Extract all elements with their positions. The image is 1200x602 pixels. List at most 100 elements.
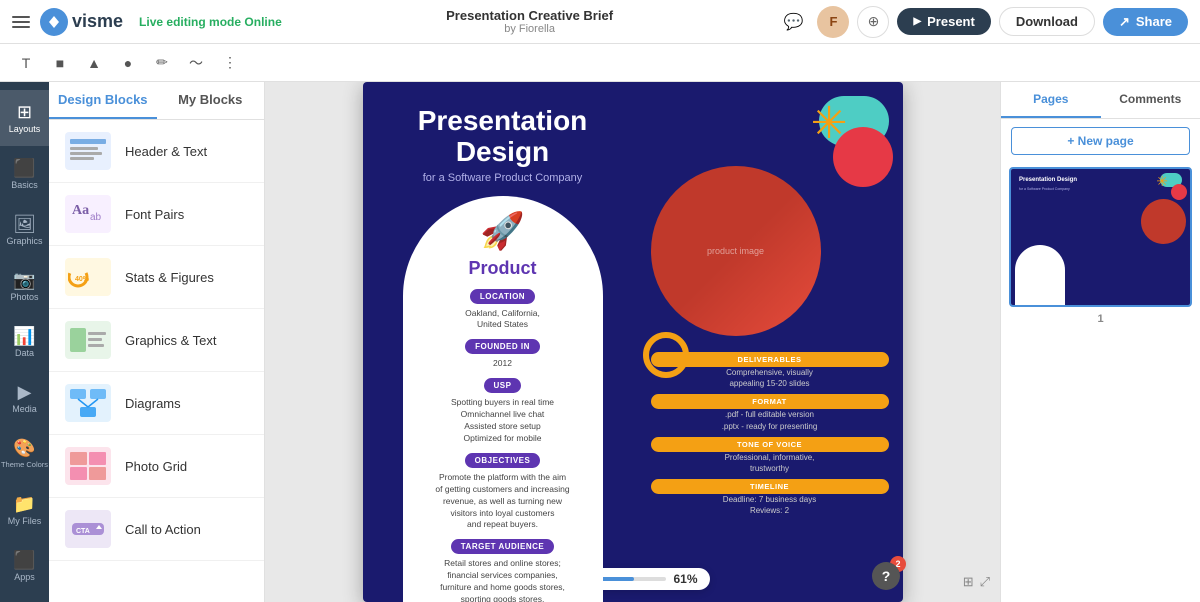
pen-tool[interactable]: ✏ xyxy=(148,49,176,77)
page-thumb-wrapper-1: Presentation Design for a Software Produ… xyxy=(1009,167,1192,307)
call-to-action-label: Call to Action xyxy=(125,522,201,537)
tab-comments[interactable]: Comments xyxy=(1101,82,1200,118)
tab-pages[interactable]: Pages xyxy=(1001,82,1101,118)
sidebar-item-basics[interactable]: ⬛ Basics xyxy=(0,146,49,202)
badge-usp: USP xyxy=(484,378,522,393)
my-files-label: My Files xyxy=(8,516,42,526)
tab-my-blocks[interactable]: My Blocks xyxy=(157,82,265,119)
panel-item-font-pairs[interactable]: Aaab Font Pairs xyxy=(49,183,264,246)
svg-text:Aa: Aa xyxy=(72,203,89,218)
text-location: Oakland, California,United States xyxy=(465,308,540,332)
arch-rocket-icon: 🚀 xyxy=(480,210,525,252)
sidebar-item-photos[interactable]: 📷 Photos xyxy=(0,258,49,314)
comment-icon-btn[interactable]: 💬 xyxy=(777,6,809,38)
panel-item-header-text[interactable]: Header & Text xyxy=(49,120,264,183)
grid-view-btn[interactable]: ⊞ xyxy=(963,574,974,590)
avatar-button[interactable]: F xyxy=(817,6,849,38)
graphics-label: Graphics xyxy=(6,236,42,246)
panel-item-call-to-action[interactable]: CTA Call to Action xyxy=(49,498,264,561)
fit-view-btn[interactable]: ⤢ xyxy=(980,574,990,590)
layouts-label: Layouts xyxy=(9,124,41,134)
panel-item-stats-figures[interactable]: 40% Stats & Figures xyxy=(49,246,264,309)
tab-design-blocks[interactable]: Design Blocks xyxy=(49,82,157,119)
sidebar-item-data[interactable]: 📊 Data xyxy=(0,314,49,370)
page-thumbnails: Presentation Design for a Software Produ… xyxy=(1001,163,1200,602)
panel-item-graphics-text[interactable]: Graphics & Text xyxy=(49,309,264,372)
download-button[interactable]: Download xyxy=(999,7,1095,36)
present-button[interactable]: Present xyxy=(897,8,990,35)
panel-item-photo-grid[interactable]: Photo Grid xyxy=(49,435,264,498)
text-timeline: Deadline: 7 business daysReviews: 2 xyxy=(651,494,889,516)
timeline-section: TIMELINE Deadline: 7 business daysReview… xyxy=(651,479,889,516)
apps-icon: ⬛ xyxy=(13,551,35,569)
online-status: Online xyxy=(244,15,281,29)
curve-tool[interactable]: 〜 xyxy=(182,49,210,77)
canvas-area: ✳ Presentation Design for a Software Pro… xyxy=(265,82,1000,602)
slide[interactable]: ✳ Presentation Design for a Software Pro… xyxy=(363,82,903,602)
share-button[interactable]: ↗ Share xyxy=(1103,8,1188,36)
slide-arch: 🚀 Product LOCATION Oakland, California,U… xyxy=(403,196,603,602)
design-panel: Design Blocks My Blocks Header & Text Aa… xyxy=(49,82,265,602)
badge-founded: FOUNDED IN xyxy=(465,339,540,354)
shape-square-tool[interactable]: ■ xyxy=(46,49,74,77)
logo: visme xyxy=(40,8,123,36)
panel-tabs: Design Blocks My Blocks xyxy=(49,82,264,120)
shape-triangle-tool[interactable]: ▲ xyxy=(80,49,108,77)
shape-circle-tool[interactable]: ● xyxy=(114,49,142,77)
page-thumbnail-1[interactable]: Presentation Design for a Software Produ… xyxy=(1009,167,1192,307)
slide-left-col: Presentation Design for a Software Produ… xyxy=(363,82,643,602)
right-sidebar: Pages Comments + New page Presentation D… xyxy=(1000,82,1200,602)
text-target: Retail stores and online stores;financia… xyxy=(440,558,565,602)
theme-colors-label: Theme Colors xyxy=(1,460,48,469)
badge-target: TARGET AUDIENCE xyxy=(451,539,555,554)
data-icon: 📊 xyxy=(13,327,35,345)
font-pairs-thumb: Aaab xyxy=(65,195,111,233)
theme-colors-icon: 🎨 xyxy=(13,439,35,457)
apps-label: Apps xyxy=(14,572,35,582)
sidebar-item-graphics[interactable]: 🖼 Graphics xyxy=(0,202,49,258)
badge-location: LOCATION xyxy=(470,289,535,304)
tone-section: TONE OF VOICE Professional, informative,… xyxy=(651,437,889,474)
text-deliverables: Comprehensive, visuallyappealing 15-20 s… xyxy=(651,367,889,389)
toolbar: T ■ ▲ ● ✏ 〜 ⋮ xyxy=(0,44,1200,82)
sidebar-item-my-files[interactable]: 📁 My Files xyxy=(0,482,49,538)
arch-product-heading: Product xyxy=(468,258,536,279)
font-pairs-label: Font Pairs xyxy=(125,207,184,222)
new-page-button[interactable]: + New page xyxy=(1011,127,1190,155)
graphics-text-thumb xyxy=(65,321,111,359)
sidebar-item-apps[interactable]: ⬛ Apps xyxy=(0,538,49,594)
panel-list: Header & Text Aaab Font Pairs 40% Stats … xyxy=(49,120,264,602)
more-tools[interactable]: ⋮ xyxy=(216,49,244,77)
right-product-circle: product image xyxy=(651,166,821,336)
slide-main-title: Presentation Design xyxy=(383,106,623,168)
text-objectives: Promote the platform with the aimof gett… xyxy=(435,472,569,531)
media-label: Media xyxy=(12,404,37,414)
cursor-button[interactable]: ⊕ xyxy=(857,6,889,38)
slide-main-subtitle: for a Software Product Company xyxy=(423,172,583,184)
photo-grid-label: Photo Grid xyxy=(125,459,187,474)
graphics-icon: 🖼 xyxy=(13,215,36,233)
header-text-thumb xyxy=(65,132,111,170)
right-tabs: Pages Comments xyxy=(1001,82,1200,119)
panel-item-diagrams[interactable]: Diagrams xyxy=(49,372,264,435)
orange-ring-deco xyxy=(643,332,689,378)
left-nav: ⊞ Layouts ⬛ Basics 🖼 Graphics 📷 Photos 📊… xyxy=(0,82,49,602)
edit-mode-text: Live editing mode Online xyxy=(139,15,282,29)
basics-label: Basics xyxy=(11,180,38,190)
presentation-title: Presentation Creative Brief xyxy=(446,8,613,23)
photos-icon: 📷 xyxy=(13,271,35,289)
svg-text:ab: ab xyxy=(90,212,102,223)
sidebar-item-layouts[interactable]: ⊞ Layouts xyxy=(0,90,49,146)
header-text-label: Header & Text xyxy=(125,144,207,159)
main-content: ⊞ Layouts ⬛ Basics 🖼 Graphics 📷 Photos 📊… xyxy=(0,82,1200,602)
sidebar-item-theme-colors[interactable]: 🎨 Theme Colors xyxy=(0,426,49,482)
graphics-text-label: Graphics & Text xyxy=(125,333,217,348)
photo-grid-thumb xyxy=(65,447,111,485)
diagrams-thumb xyxy=(65,384,111,422)
stats-figures-thumb: 40% xyxy=(65,258,111,296)
badge-timeline: TIMELINE xyxy=(651,479,889,494)
hamburger-menu[interactable] xyxy=(12,12,32,32)
text-tool[interactable]: T xyxy=(12,49,40,77)
sidebar-item-media[interactable]: ▶ Media xyxy=(0,370,49,426)
bottom-right-tools: ⊞ ⤢ xyxy=(963,574,990,590)
